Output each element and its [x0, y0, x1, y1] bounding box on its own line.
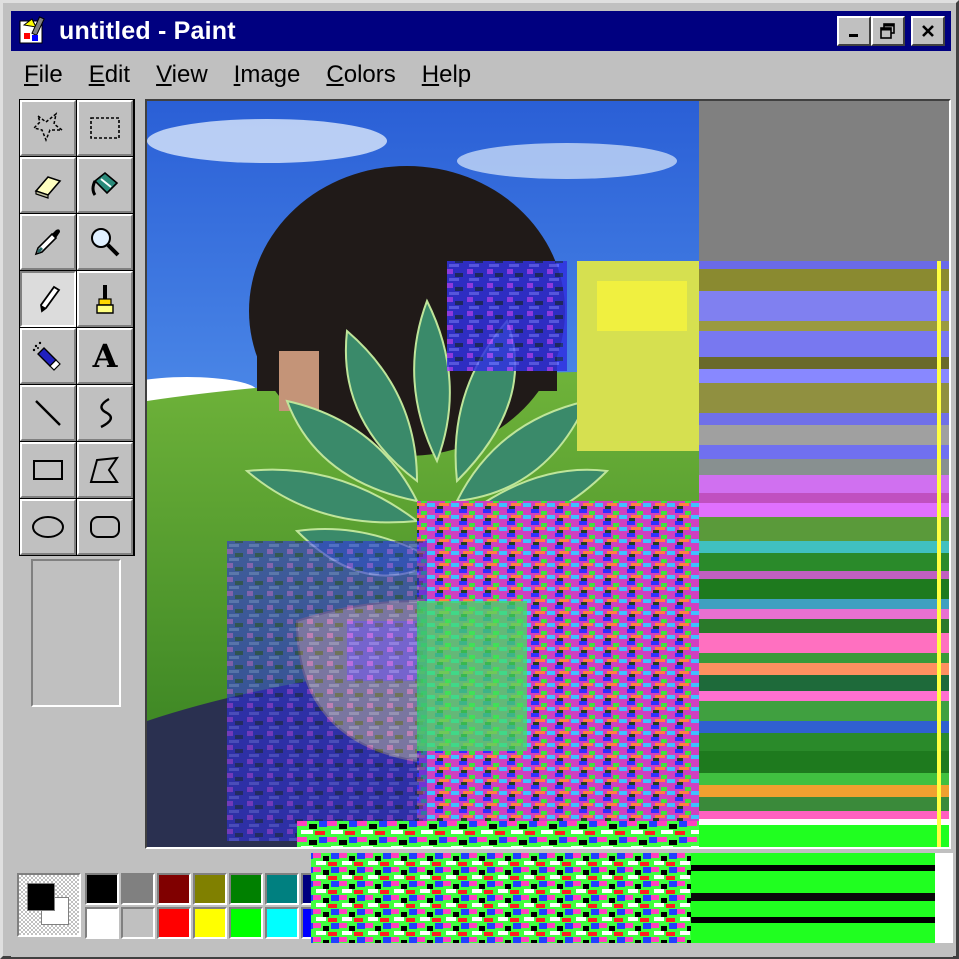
- tool-pencil[interactable]: [20, 271, 76, 327]
- color-swatch[interactable]: [85, 907, 119, 939]
- tool-pick-color[interactable]: [20, 214, 76, 270]
- tool-line[interactable]: [20, 385, 76, 441]
- brush-icon: [96, 285, 114, 314]
- color-swatch[interactable]: [193, 907, 227, 939]
- free-form-select-icon: [32, 112, 65, 143]
- palette-glitch: [311, 853, 953, 943]
- tool-free-form-select[interactable]: [20, 100, 76, 156]
- rounded-rect-icon: [90, 516, 120, 538]
- eyedropper-icon: [34, 229, 60, 256]
- paint-app-icon[interactable]: [17, 14, 51, 48]
- window-title: untitled - Paint: [59, 16, 236, 45]
- tool-magnifier[interactable]: [77, 214, 133, 270]
- status-bar: [11, 947, 953, 957]
- tool-rounded-rectangle[interactable]: [77, 499, 133, 555]
- color-swatch[interactable]: [121, 873, 155, 905]
- tool-airbrush[interactable]: [20, 328, 76, 384]
- tool-select[interactable]: [77, 100, 133, 156]
- color-palette: [11, 853, 953, 947]
- color-swatch[interactable]: [85, 873, 119, 905]
- tool-polygon[interactable]: [77, 442, 133, 498]
- magnifier-icon: [91, 228, 120, 257]
- airbrush-icon: [32, 341, 61, 371]
- foreground-color[interactable]: [27, 883, 55, 911]
- curve-icon: [100, 397, 113, 429]
- drawing-canvas[interactable]: [147, 101, 949, 847]
- menu-image[interactable]: Image: [221, 61, 314, 89]
- rect-select-icon: [90, 117, 120, 139]
- tool-rectangle[interactable]: [20, 442, 76, 498]
- eraser-icon: [34, 176, 62, 199]
- ellipse-icon: [32, 516, 64, 538]
- menu-view[interactable]: View: [143, 61, 221, 89]
- current-colors[interactable]: [17, 873, 81, 937]
- title-bar[interactable]: untitled - Paint: [11, 11, 951, 51]
- paint-window: untitled - Paint File Edit View Image Co…: [0, 0, 959, 959]
- close-icon: [922, 25, 934, 37]
- tool-options-box[interactable]: [31, 559, 121, 707]
- restore-button[interactable]: [871, 16, 905, 46]
- close-button[interactable]: [911, 16, 945, 46]
- pencil-icon: [40, 285, 61, 313]
- color-swatch[interactable]: [157, 907, 191, 939]
- tool-brush[interactable]: [77, 271, 133, 327]
- color-swatch[interactable]: [193, 873, 227, 905]
- menu-file[interactable]: File: [11, 61, 76, 89]
- rectangle-icon: [33, 460, 63, 480]
- tool-text[interactable]: A: [77, 328, 133, 384]
- color-swatch[interactable]: [121, 907, 155, 939]
- minimize-icon: [849, 34, 858, 37]
- tool-ellipse[interactable]: [20, 499, 76, 555]
- tool-curve[interactable]: [77, 385, 133, 441]
- menu-bar: File Edit View Image Colors Help: [11, 55, 484, 95]
- text-icon: A: [92, 337, 118, 375]
- fill-bucket-icon: [91, 171, 119, 196]
- restore-icon: [880, 23, 895, 39]
- tool-eraser[interactable]: [20, 157, 76, 213]
- minimize-button[interactable]: [837, 16, 871, 46]
- toolbox: A: [19, 99, 135, 556]
- tool-fill[interactable]: [77, 157, 133, 213]
- menu-colors[interactable]: Colors: [313, 61, 408, 89]
- canvas-area[interactable]: [145, 99, 951, 849]
- color-swatch[interactable]: [157, 873, 191, 905]
- menu-help[interactable]: Help: [409, 61, 484, 89]
- line-icon: [35, 400, 61, 426]
- menu-edit[interactable]: Edit: [76, 61, 143, 89]
- polygon-icon: [89, 456, 120, 483]
